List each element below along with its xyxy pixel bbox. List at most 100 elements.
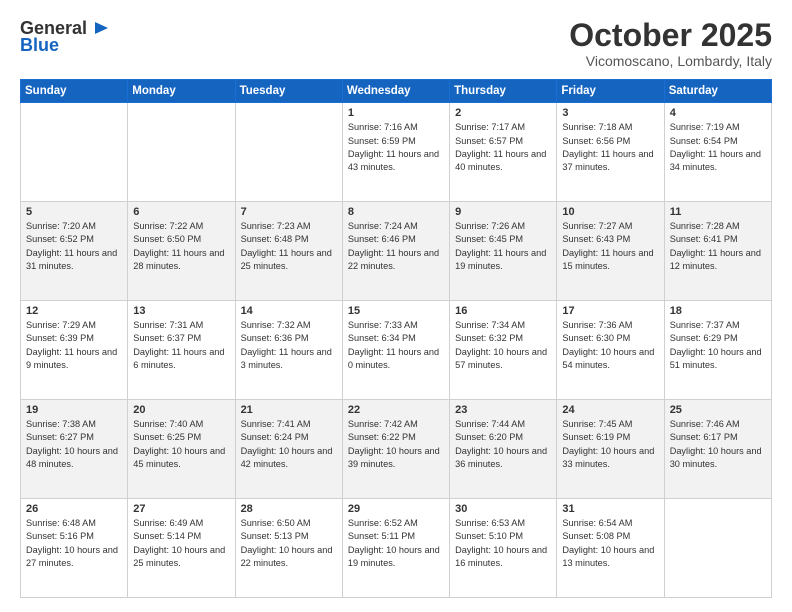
calendar-cell xyxy=(235,103,342,202)
day-number: 6 xyxy=(133,206,229,218)
day-info: Sunrise: 7:46 AM Sunset: 6:17 PM Dayligh… xyxy=(670,418,766,471)
day-info: Sunrise: 7:34 AM Sunset: 6:32 PM Dayligh… xyxy=(455,319,551,372)
calendar-cell: 1 Sunrise: 7:16 AM Sunset: 6:59 PM Daylig… xyxy=(342,103,449,202)
day-info: Sunrise: 6:53 AM Sunset: 5:10 PM Dayligh… xyxy=(455,517,551,570)
day-number: 12 xyxy=(26,305,122,317)
day-info: Sunrise: 7:24 AM Sunset: 6:46 PM Dayligh… xyxy=(348,220,444,273)
day-info: Sunrise: 7:27 AM Sunset: 6:43 PM Dayligh… xyxy=(562,220,658,273)
col-friday: Friday xyxy=(557,80,664,103)
day-number: 1 xyxy=(348,107,444,119)
calendar-cell: 15Sunrise: 7:33 AM Sunset: 6:34 PM Dayli… xyxy=(342,301,449,400)
calendar-cell: 14 Sunrise: 7:32 AM Sunset: 6:36 PM Dayli… xyxy=(235,301,342,400)
calendar-cell: 7Sunrise: 7:23 AM Sunset: 6:48 PM Daylig… xyxy=(235,202,342,301)
calendar-cell: 25 Sunrise: 7:46 AM Sunset: 6:17 PM Dayli… xyxy=(664,400,771,499)
day-number: 24 xyxy=(562,404,658,416)
day-number: 13 xyxy=(133,305,229,317)
calendar-cell: 13 Sunrise: 7:31 AM Sunset: 6:37 PM Dayli… xyxy=(128,301,235,400)
day-info: Sunrise: 7:31 AM Sunset: 6:37 PM Dayligh… xyxy=(133,319,229,372)
calendar-week-row: 12 Sunrise: 7:29 AM Sunset: 6:39 PM Dayli… xyxy=(21,301,772,400)
calendar-cell: 28Sunrise: 6:50 AM Sunset: 5:13 PM Dayli… xyxy=(235,499,342,598)
calendar-cell: 27 Sunrise: 6:49 AM Sunset: 5:14 PM Dayli… xyxy=(128,499,235,598)
day-info: Sunrise: 6:52 AM Sunset: 5:11 PM Dayligh… xyxy=(348,517,444,570)
day-info: Sunrise: 7:16 AM Sunset: 6:59 PM Dayligh… xyxy=(348,121,444,174)
calendar-cell xyxy=(128,103,235,202)
day-info: Sunrise: 7:40 AM Sunset: 6:25 PM Dayligh… xyxy=(133,418,229,471)
calendar-cell: 17 Sunrise: 7:36 AM Sunset: 6:30 PM Dayli… xyxy=(557,301,664,400)
title-area: October 2025 Vicomoscano, Lombardy, Ital… xyxy=(569,18,772,69)
day-number: 25 xyxy=(670,404,766,416)
calendar-cell: 5 Sunrise: 7:20 AM Sunset: 6:52 PM Daylig… xyxy=(21,202,128,301)
day-number: 3 xyxy=(562,107,658,119)
day-info: Sunrise: 7:44 AM Sunset: 6:20 PM Dayligh… xyxy=(455,418,551,471)
day-number: 16 xyxy=(455,305,551,317)
calendar-week-row: 26 Sunrise: 6:48 AM Sunset: 5:16 PM Dayli… xyxy=(21,499,772,598)
calendar-cell: 10Sunrise: 7:27 AM Sunset: 6:43 PM Dayli… xyxy=(557,202,664,301)
calendar-cell: 12 Sunrise: 7:29 AM Sunset: 6:39 PM Dayli… xyxy=(21,301,128,400)
calendar-cell: 9 Sunrise: 7:26 AM Sunset: 6:45 PM Daylig… xyxy=(450,202,557,301)
calendar-week-row: 19Sunrise: 7:38 AM Sunset: 6:27 PM Dayli… xyxy=(21,400,772,499)
calendar-cell: 21 Sunrise: 7:41 AM Sunset: 6:24 PM Dayli… xyxy=(235,400,342,499)
calendar-cell: 26 Sunrise: 6:48 AM Sunset: 5:16 PM Dayli… xyxy=(21,499,128,598)
day-info: Sunrise: 6:54 AM Sunset: 5:08 PM Dayligh… xyxy=(562,517,658,570)
day-number: 21 xyxy=(241,404,337,416)
location: Vicomoscano, Lombardy, Italy xyxy=(569,53,772,69)
calendar-cell: 6Sunrise: 7:22 AM Sunset: 6:50 PM Daylig… xyxy=(128,202,235,301)
col-monday: Monday xyxy=(128,80,235,103)
calendar-cell: 20 Sunrise: 7:40 AM Sunset: 6:25 PM Dayli… xyxy=(128,400,235,499)
calendar-cell: 23Sunrise: 7:44 AM Sunset: 6:20 PM Dayli… xyxy=(450,400,557,499)
day-number: 29 xyxy=(348,503,444,515)
calendar-cell: 2 Sunrise: 7:17 AM Sunset: 6:57 PM Daylig… xyxy=(450,103,557,202)
calendar-cell xyxy=(21,103,128,202)
day-info: Sunrise: 7:28 AM Sunset: 6:41 PM Dayligh… xyxy=(670,220,766,273)
calendar-cell xyxy=(664,499,771,598)
day-number: 15 xyxy=(348,305,444,317)
day-number: 30 xyxy=(455,503,551,515)
day-info: Sunrise: 7:41 AM Sunset: 6:24 PM Dayligh… xyxy=(241,418,337,471)
day-info: Sunrise: 7:36 AM Sunset: 6:30 PM Dayligh… xyxy=(562,319,658,372)
day-info: Sunrise: 6:50 AM Sunset: 5:13 PM Dayligh… xyxy=(241,517,337,570)
day-info: Sunrise: 7:32 AM Sunset: 6:36 PM Dayligh… xyxy=(241,319,337,372)
day-info: Sunrise: 7:19 AM Sunset: 6:54 PM Dayligh… xyxy=(670,121,766,174)
day-info: Sunrise: 7:37 AM Sunset: 6:29 PM Dayligh… xyxy=(670,319,766,372)
day-number: 31 xyxy=(562,503,658,515)
day-info: Sunrise: 7:29 AM Sunset: 6:39 PM Dayligh… xyxy=(26,319,122,372)
calendar-cell: 31 Sunrise: 6:54 AM Sunset: 5:08 PM Dayli… xyxy=(557,499,664,598)
day-number: 20 xyxy=(133,404,229,416)
calendar-cell: 24 Sunrise: 7:45 AM Sunset: 6:19 PM Dayli… xyxy=(557,400,664,499)
day-number: 8 xyxy=(348,206,444,218)
day-number: 17 xyxy=(562,305,658,317)
logo-flag-icon xyxy=(92,20,110,38)
calendar-cell: 30 Sunrise: 6:53 AM Sunset: 5:10 PM Dayli… xyxy=(450,499,557,598)
day-number: 18 xyxy=(670,305,766,317)
calendar-table: Sunday Monday Tuesday Wednesday Thursday… xyxy=(20,79,772,598)
day-info: Sunrise: 7:20 AM Sunset: 6:52 PM Dayligh… xyxy=(26,220,122,273)
col-saturday: Saturday xyxy=(664,80,771,103)
calendar-cell: 22Sunrise: 7:42 AM Sunset: 6:22 PM Dayli… xyxy=(342,400,449,499)
logo: General Blue xyxy=(20,18,110,56)
day-number: 9 xyxy=(455,206,551,218)
day-info: Sunrise: 7:38 AM Sunset: 6:27 PM Dayligh… xyxy=(26,418,122,471)
day-number: 26 xyxy=(26,503,122,515)
day-number: 11 xyxy=(670,206,766,218)
day-info: Sunrise: 7:45 AM Sunset: 6:19 PM Dayligh… xyxy=(562,418,658,471)
calendar-cell: 3Sunrise: 7:18 AM Sunset: 6:56 PM Daylig… xyxy=(557,103,664,202)
calendar-cell: 29 Sunrise: 6:52 AM Sunset: 5:11 PM Dayli… xyxy=(342,499,449,598)
header: General Blue October 2025 Vicomoscano, L… xyxy=(20,18,772,69)
day-number: 27 xyxy=(133,503,229,515)
day-number: 4 xyxy=(670,107,766,119)
day-info: Sunrise: 7:42 AM Sunset: 6:22 PM Dayligh… xyxy=(348,418,444,471)
page: General Blue October 2025 Vicomoscano, L… xyxy=(0,0,792,612)
calendar-header-row: Sunday Monday Tuesday Wednesday Thursday… xyxy=(21,80,772,103)
day-info: Sunrise: 7:26 AM Sunset: 6:45 PM Dayligh… xyxy=(455,220,551,273)
day-info: Sunrise: 7:17 AM Sunset: 6:57 PM Dayligh… xyxy=(455,121,551,174)
day-info: Sunrise: 6:49 AM Sunset: 5:14 PM Dayligh… xyxy=(133,517,229,570)
calendar-week-row: 1 Sunrise: 7:16 AM Sunset: 6:59 PM Daylig… xyxy=(21,103,772,202)
day-number: 2 xyxy=(455,107,551,119)
day-number: 5 xyxy=(26,206,122,218)
calendar-cell: 18 Sunrise: 7:37 AM Sunset: 6:29 PM Dayli… xyxy=(664,301,771,400)
day-info: Sunrise: 6:48 AM Sunset: 5:16 PM Dayligh… xyxy=(26,517,122,570)
logo-blue-text: Blue xyxy=(20,35,59,56)
month-title: October 2025 xyxy=(569,18,772,53)
calendar-week-row: 5 Sunrise: 7:20 AM Sunset: 6:52 PM Daylig… xyxy=(21,202,772,301)
day-number: 14 xyxy=(241,305,337,317)
